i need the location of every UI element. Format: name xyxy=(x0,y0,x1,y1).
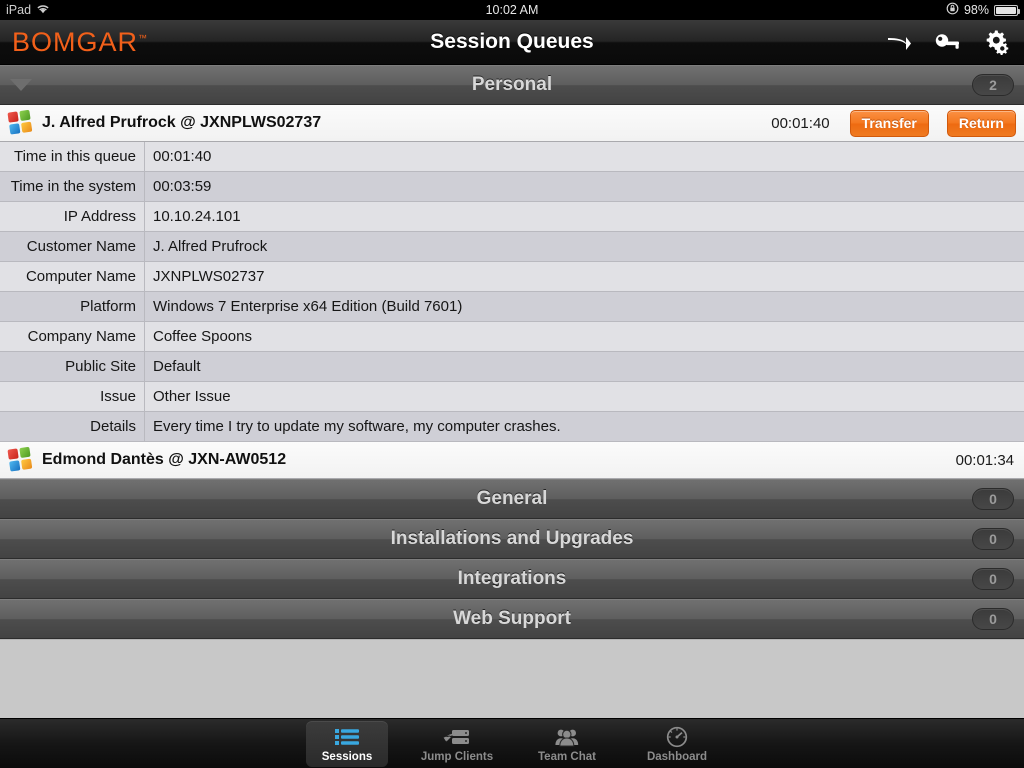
detail-value: Windows 7 Enterprise x64 Edition (Build … xyxy=(153,298,463,315)
ios-status-bar: iPad 10:02 AM 98% xyxy=(0,0,1024,20)
table-row: Customer Name J. Alfred Prufrock xyxy=(0,232,1024,262)
detail-label: Time in the system xyxy=(0,172,145,201)
queue-count-badge: 0 xyxy=(972,528,1014,550)
tab-dashboard[interactable]: Dashboard xyxy=(636,721,718,767)
table-row: Time in this queue 00:01:40 xyxy=(0,142,1024,172)
queue-count-badge: 2 xyxy=(972,74,1014,96)
queue-name-label: General xyxy=(476,488,548,509)
tab-label: Team Chat xyxy=(538,750,596,763)
key-icon[interactable] xyxy=(934,31,962,53)
table-row: IP Address 10.10.24.101 xyxy=(0,202,1024,232)
navigation-bar: BOMGAR™ Session Queues xyxy=(0,20,1024,65)
gears-icon[interactable] xyxy=(984,29,1012,55)
table-row: Time in the system 00:03:59 xyxy=(0,172,1024,202)
table-row: Issue Other Issue xyxy=(0,382,1024,412)
table-row: Company Name Coffee Spoons xyxy=(0,322,1024,352)
tab-bar: Sessions Jump Clients Team Chat Dashboar… xyxy=(0,718,1024,768)
queue-count-badge: 0 xyxy=(972,568,1014,590)
list-lines-icon xyxy=(334,725,360,749)
table-row: Details Every time I try to update my so… xyxy=(0,412,1024,442)
queue-header-personal[interactable]: Personal 2 xyxy=(0,65,1024,105)
detail-label: Company Name xyxy=(0,322,145,351)
windows-logo-icon xyxy=(7,109,34,136)
detail-value: J. Alfred Prufrock xyxy=(153,238,268,255)
bomgar-logo: BOMGAR™ xyxy=(12,26,148,57)
battery-icon xyxy=(994,4,1020,16)
detail-label: Computer Name xyxy=(0,262,145,291)
tab-team-chat[interactable]: Team Chat xyxy=(526,721,608,767)
people-group-icon xyxy=(554,725,580,749)
session-title: Edmond Dantès @ JXN-AW0512 xyxy=(42,451,287,468)
detail-label: Issue xyxy=(0,382,145,411)
transfer-button[interactable]: Transfer xyxy=(849,109,929,137)
tab-label: Jump Clients xyxy=(420,750,494,763)
tab-label: Sessions xyxy=(321,750,373,763)
navbar-actions xyxy=(886,29,1012,55)
empty-list-area xyxy=(0,639,1024,718)
session-title: J. Alfred Prufrock @ JXNPLWS02737 xyxy=(42,114,322,131)
jump-to-icon[interactable] xyxy=(886,31,912,53)
queue-name-label: Integrations xyxy=(457,568,567,589)
detail-value: 00:03:59 xyxy=(153,178,212,195)
bomgar-logo-text: BOMGAR xyxy=(12,26,139,57)
tab-label: Dashboard xyxy=(646,750,708,763)
table-row: Public Site Default xyxy=(0,352,1024,382)
queue-header-general[interactable]: General 0 xyxy=(0,479,1024,519)
session-timer: 00:01:34 xyxy=(955,451,1014,469)
device-name-label: iPad xyxy=(6,3,32,17)
detail-label: IP Address xyxy=(0,202,145,231)
tab-jump-clients[interactable]: Jump Clients xyxy=(416,721,498,767)
queue-name-label: Web Support xyxy=(453,608,571,629)
queue-header-installations-and-upgrades[interactable]: Installations and Upgrades 0 xyxy=(0,519,1024,559)
trademark-symbol: ™ xyxy=(138,32,148,43)
session-row[interactable]: Edmond Dantès @ JXN-AW0512 00:01:34 xyxy=(0,442,1024,479)
page-title: Session Queues xyxy=(430,30,594,53)
detail-value: Other Issue xyxy=(153,388,231,405)
status-bar-left: iPad xyxy=(6,3,50,17)
session-row[interactable]: J. Alfred Prufrock @ JXNPLWS02737 00:01:… xyxy=(0,105,1024,142)
server-arrow-icon xyxy=(443,725,471,749)
status-bar-right: 98% xyxy=(946,2,1020,18)
bomgar-rep-console-app: iPad 10:02 AM 98% BOMGAR™ Session Queues… xyxy=(0,0,1024,768)
detail-label: Details xyxy=(0,412,145,441)
return-button[interactable]: Return xyxy=(946,109,1016,137)
detail-label: Platform xyxy=(0,292,145,321)
queue-header-integrations[interactable]: Integrations 0 xyxy=(0,559,1024,599)
detail-value: Coffee Spoons xyxy=(153,328,252,345)
wifi-icon xyxy=(36,3,50,17)
queue-name-label: Installations and Upgrades xyxy=(390,528,634,549)
chevron-down-triangle-icon[interactable] xyxy=(10,79,32,91)
detail-value: 10.10.24.101 xyxy=(153,208,241,225)
session-timer: 00:01:40 xyxy=(771,114,830,132)
windows-logo-icon xyxy=(7,446,34,473)
queue-name-label: Personal xyxy=(471,74,553,95)
tab-sessions[interactable]: Sessions xyxy=(306,720,388,767)
battery-percent-label: 98% xyxy=(963,3,989,17)
detail-label: Public Site xyxy=(0,352,145,381)
session-detail-table: Time in this queue 00:01:40 Time in the … xyxy=(0,142,1024,442)
detail-label: Time in this queue xyxy=(0,142,145,171)
detail-label: Customer Name xyxy=(0,232,145,261)
detail-value: Default xyxy=(153,358,201,375)
queue-count-badge: 0 xyxy=(972,488,1014,510)
queue-header-web-support[interactable]: Web Support 0 xyxy=(0,599,1024,639)
detail-value: Every time I try to update my software, … xyxy=(153,418,561,435)
queue-count-badge: 0 xyxy=(972,608,1014,630)
status-bar-clock: 10:02 AM xyxy=(485,3,539,17)
table-row: Computer Name JXNPLWS02737 xyxy=(0,262,1024,292)
detail-value: JXNPLWS02737 xyxy=(153,268,265,285)
gauge-icon xyxy=(665,725,689,749)
detail-value: 00:01:40 xyxy=(153,148,212,165)
table-row: Platform Windows 7 Enterprise x64 Editio… xyxy=(0,292,1024,322)
rotation-lock-icon xyxy=(946,2,959,18)
